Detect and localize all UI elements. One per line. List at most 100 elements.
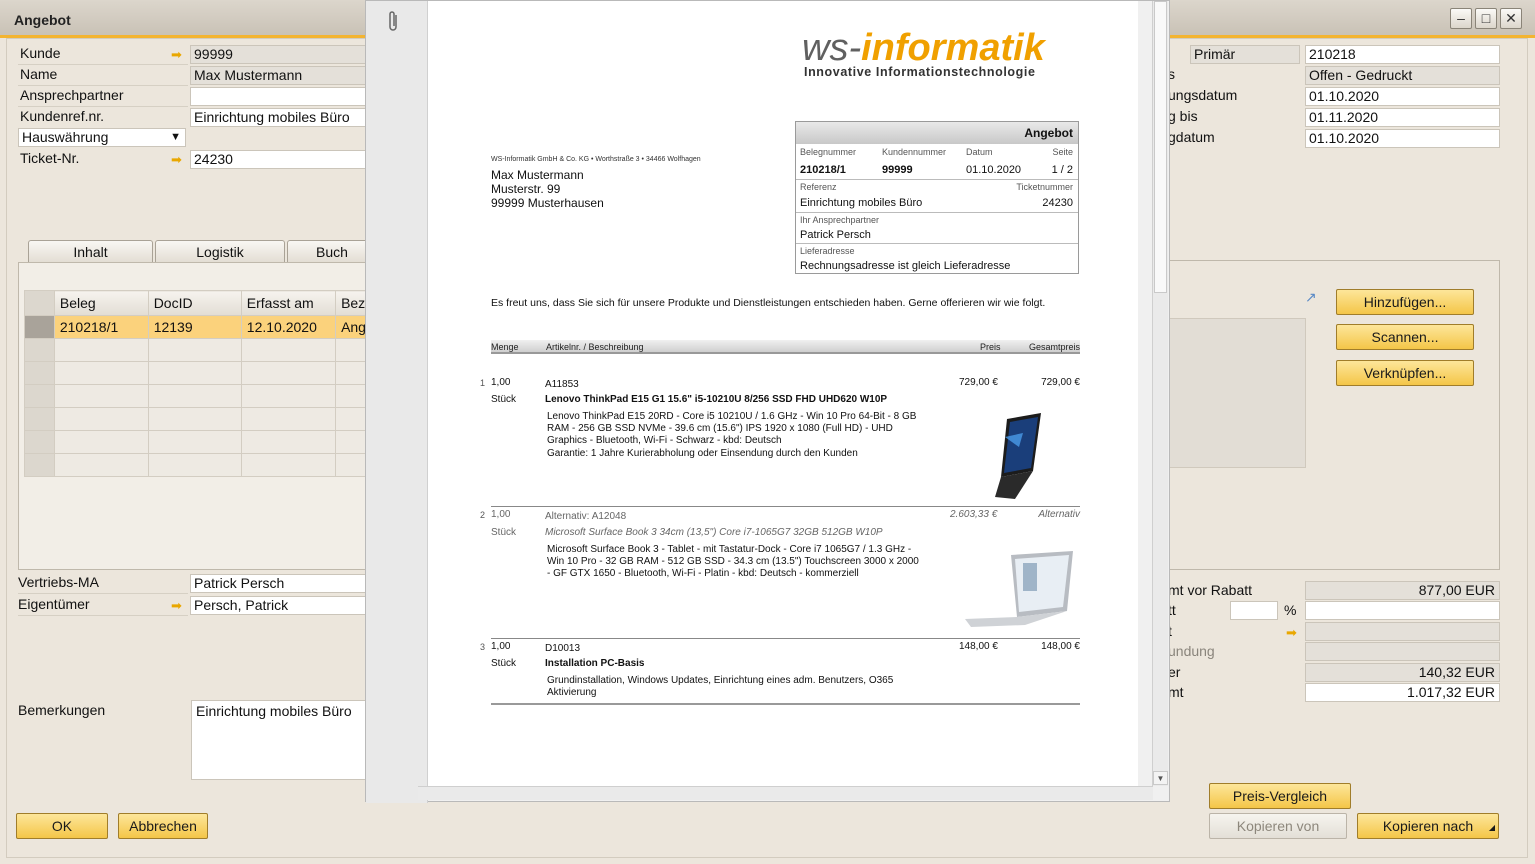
tab-inhalt[interactable]: Inhalt — [28, 240, 153, 264]
ticketnummer-label: Ticketnummer — [1016, 182, 1073, 192]
chevron-down-icon: ▼ — [170, 131, 181, 143]
minimize-button[interactable]: – — [1450, 8, 1472, 29]
table-row[interactable]: 210218/1 12139 12.10.2020 Ang — [24, 315, 367, 339]
table-row[interactable] — [24, 407, 367, 431]
referenz-label: Referenz — [800, 182, 837, 192]
cell-erfasst[interactable]: 12.10.2020 — [240, 315, 337, 339]
currency-select[interactable]: Hauswährung ▼ — [18, 128, 186, 147]
link-arrow-icon[interactable]: ➡ — [1286, 626, 1302, 639]
add-attachment-button[interactable]: Hinzufügen... — [1336, 289, 1474, 315]
vertrieb-field[interactable]: Patrick Persch — [190, 574, 370, 593]
link-arrow-icon[interactable]: ➡ — [171, 153, 187, 166]
table-row[interactable] — [24, 361, 367, 385]
belegdatum-label: gdatum — [1168, 129, 1215, 145]
name-field[interactable]: Max Mustermann — [190, 66, 370, 85]
ticketnummer-value: 24230 — [1042, 197, 1073, 209]
row-header-cell — [24, 290, 55, 316]
referenz-value: Einrichtung mobiles Büro — [800, 197, 923, 209]
bemerkungen-label: Bemerkungen — [18, 702, 106, 718]
bemerkungen-textarea[interactable]: Einrichtung mobiles Büro — [191, 700, 371, 780]
ok-button[interactable]: OK — [16, 813, 108, 839]
belegnummer-label: Belegnummer — [800, 147, 857, 157]
scrollbar-thumb[interactable] — [1154, 1, 1167, 293]
table-row[interactable] — [24, 430, 367, 454]
divider — [796, 179, 1078, 180]
percent-sign: % — [1284, 602, 1297, 618]
primaer-field[interactable]: Primär — [1190, 45, 1300, 64]
column-header-docid[interactable]: DocID — [147, 290, 242, 316]
link-arrow-icon[interactable]: ➡ — [171, 599, 187, 612]
copy-to-label: Kopieren nach — [1382, 818, 1474, 834]
scroll-down-icon[interactable]: ▼ — [1153, 771, 1168, 785]
price-compare-button[interactable]: Preis-Vergleich — [1209, 783, 1351, 809]
item-desc-line: Aktivierung — [547, 687, 597, 698]
tab-buchhaltung[interactable]: Buch — [287, 240, 377, 264]
belegdatum-field[interactable]: 01.10.2020 — [1305, 129, 1500, 148]
scan-button[interactable]: Scannen... — [1336, 324, 1474, 350]
column-header-bez[interactable]: Bez — [335, 290, 367, 316]
cancel-button[interactable]: Abbrechen — [118, 813, 208, 839]
buchungsdatum-field[interactable]: 01.10.2020 — [1305, 87, 1500, 106]
tax-field[interactable]: 140,32 EUR — [1305, 663, 1500, 682]
table-row[interactable] — [24, 453, 367, 477]
paperclip-icon[interactable] — [386, 9, 400, 39]
table-row[interactable] — [24, 338, 367, 362]
item-title: Lenovo ThinkPad E15 G1 15.6" i5-10210U 8… — [545, 394, 888, 405]
freight-field[interactable] — [1305, 622, 1500, 641]
logo-tagline: Innovative Informationstechnologie — [804, 65, 1036, 79]
total-field[interactable]: 1.017,32 EUR — [1305, 683, 1500, 702]
horizontal-scrollbar[interactable] — [418, 786, 1153, 800]
ansprechpartner-doc-label: Ihr Ansprechpartner — [800, 215, 880, 225]
row-selector[interactable] — [24, 384, 55, 408]
item-desc-line: Lenovo ThinkPad E15 20RD - Core i5 10210… — [547, 411, 917, 422]
row-selector[interactable] — [24, 453, 55, 477]
copy-to-button[interactable]: Kopieren nach ◢ — [1357, 813, 1499, 839]
item-qty: 1,00 — [491, 509, 511, 520]
intro-text: Es freut uns, dass Sie sich für unsere P… — [491, 297, 1046, 309]
cell-beleg[interactable]: 210218/1 — [53, 315, 149, 339]
kunde-field[interactable]: 99999 — [190, 45, 370, 64]
status-field[interactable]: Offen - Gedruckt — [1305, 66, 1500, 85]
vertical-scrollbar[interactable]: ▼ — [1152, 1, 1168, 786]
kundenref-label: Kundenref.nr. — [20, 108, 105, 124]
discount-percent-field[interactable] — [1230, 601, 1278, 620]
row-selector[interactable] — [24, 407, 55, 431]
link-attachment-button[interactable]: Verknüpfen... — [1336, 360, 1474, 386]
document-page: ws-informatik Innovative Informationstec… — [428, 1, 1138, 786]
kundenref-field[interactable]: Einrichtung mobiles Büro — [190, 108, 370, 127]
item-unit: Stück — [491, 394, 517, 405]
open-external-icon[interactable]: ↗ — [1305, 289, 1317, 306]
item-qty: 1,00 — [491, 377, 511, 388]
item-unit: Stück — [491, 658, 517, 669]
gueltig-bis-field[interactable]: 01.11.2020 — [1305, 108, 1500, 127]
cell-bez[interactable]: Ang — [335, 315, 367, 339]
column-header-beleg[interactable]: Beleg — [53, 290, 149, 316]
eigentuemer-field[interactable]: Persch, Patrick — [190, 596, 370, 615]
row-selector[interactable] — [24, 361, 55, 385]
attachment-preview-area — [1169, 318, 1306, 468]
item-position: 1 — [480, 378, 486, 388]
table-row[interactable] — [24, 384, 367, 408]
divider — [18, 64, 188, 65]
column-header-erfasst[interactable]: Erfasst am — [240, 290, 337, 316]
vertrieb-label: Vertriebs-MA — [18, 574, 99, 590]
tab-logistik[interactable]: Logistik — [155, 240, 285, 264]
gesamt-header: Gesamtpreis — [1028, 342, 1080, 352]
discount-amount-field[interactable] — [1305, 601, 1500, 620]
item-qty: 1,00 — [491, 641, 511, 652]
close-button[interactable]: ✕ — [1500, 8, 1522, 29]
primaer-number-field[interactable]: 210218 — [1305, 45, 1500, 64]
rounding-field[interactable] — [1305, 642, 1500, 661]
row-selector[interactable] — [24, 338, 55, 362]
divider — [18, 593, 188, 594]
name-label: Name — [20, 66, 58, 82]
total-before-discount-field[interactable]: 877,00 EUR — [1305, 581, 1500, 600]
ansprechpartner-field[interactable] — [190, 87, 370, 106]
maximize-button[interactable]: □ — [1475, 8, 1497, 29]
cell-docid[interactable]: 12139 — [147, 315, 242, 339]
ticket-field[interactable]: 24230 — [190, 150, 370, 169]
link-arrow-icon[interactable]: ➡ — [171, 48, 187, 61]
item-divider — [491, 703, 1080, 705]
row-selector[interactable] — [24, 315, 55, 339]
row-selector[interactable] — [24, 430, 55, 454]
